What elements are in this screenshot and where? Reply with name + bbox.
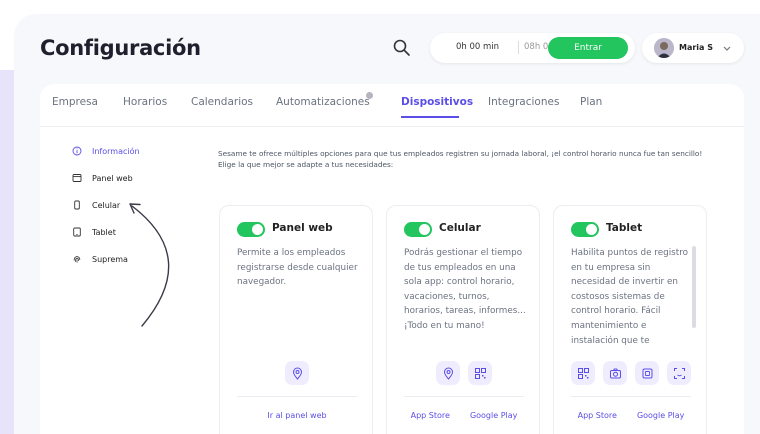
face-scan-icon [673, 367, 685, 379]
camera-feature [603, 361, 627, 385]
card-divider [404, 396, 524, 397]
location-pin-icon [292, 367, 302, 380]
device-description: Habilita puntos de registro en tu empres… [571, 248, 688, 346]
device-title: Tablet [606, 222, 643, 234]
phone-icon [74, 200, 80, 210]
card-links: Ir al panel web [220, 411, 374, 420]
device-card-celular: Celular Podrás gestionar el tiempo de tu… [386, 205, 540, 434]
sidebar-item-label: Información [92, 146, 140, 156]
camera-icon [609, 368, 621, 378]
device-title: Panel web [272, 222, 333, 234]
settings-tabs: Empresa Horarios Calendarios Automatizac… [52, 96, 742, 116]
sidebar-item-informacion[interactable]: Información [72, 144, 140, 158]
sidebar-edge [0, 70, 14, 434]
browser-icon [72, 174, 82, 182]
location-feature [285, 361, 309, 385]
qr-feature [571, 361, 595, 385]
user-name: Maria S [679, 43, 713, 52]
timer-worked: 0h 00 min [456, 42, 500, 52]
app-store-link[interactable]: App Store [578, 411, 617, 420]
qr-feature [468, 361, 492, 385]
work-timer: 0h 00 min 08h 00 min Entrar [430, 33, 635, 63]
clock-in-button[interactable]: Entrar [548, 37, 628, 59]
tab-integraciones[interactable]: Integraciones [488, 96, 559, 108]
timer-divider [518, 41, 519, 54]
tablet-icon [73, 227, 81, 237]
tab-automatizaciones[interactable]: Automatizaciones [276, 96, 370, 108]
tablet-toggle[interactable] [571, 222, 599, 237]
nfc-feature [635, 361, 659, 385]
tab-calendarios[interactable]: Calendarios [191, 96, 253, 108]
tab-empresa[interactable]: Empresa [52, 96, 98, 108]
go-to-web-panel-link[interactable]: Ir al panel web [267, 411, 326, 420]
card-reader-icon [642, 368, 652, 378]
notification-dot [366, 92, 373, 99]
feature-icons [220, 361, 374, 385]
app-store-link[interactable]: App Store [411, 411, 450, 420]
device-title: Celular [439, 222, 481, 234]
location-feature [436, 361, 460, 385]
sidebar-item-label: Tablet [92, 227, 116, 237]
description-scrollbar[interactable] [692, 246, 696, 328]
active-tab-indicator [401, 116, 459, 118]
celular-toggle[interactable] [404, 222, 432, 237]
intro-line-2: Elige la que mejor se adapte a tus neces… [218, 160, 394, 169]
sidebar-item-tablet[interactable]: Tablet [72, 225, 116, 239]
card-links: App Store Google Play [387, 411, 541, 420]
user-avatar-icon [654, 38, 674, 58]
user-menu[interactable]: Maria S [642, 33, 744, 63]
device-description: Podrás gestionar el tiempo de tus emplea… [404, 248, 526, 331]
qr-code-icon [577, 367, 589, 379]
device-card-panel-web: Panel web Permite a los empleados regist… [219, 205, 373, 434]
card-divider [571, 396, 691, 397]
card-divider [237, 396, 357, 397]
search-button[interactable] [392, 38, 412, 58]
sidebar-item-label: Celular [92, 200, 121, 210]
location-pin-icon [443, 367, 453, 380]
face-scan-feature [667, 361, 691, 385]
device-card-tablet: Tablet Habilita puntos de registro en tu… [553, 205, 707, 434]
tab-dispositivos[interactable]: Dispositivos [401, 96, 473, 108]
fingerprint-icon [73, 256, 81, 263]
card-links: App Store Google Play [554, 411, 708, 420]
avatar [654, 38, 674, 58]
feature-icons [554, 361, 708, 385]
tab-plan[interactable]: Plan [580, 96, 602, 108]
qr-code-icon [474, 367, 486, 379]
search-icon [393, 39, 410, 56]
sidebar-item-panel-web[interactable]: Panel web [72, 171, 133, 185]
tab-horarios[interactable]: Horarios [123, 96, 167, 108]
feature-icons [387, 361, 541, 385]
page-title: Configuración [40, 36, 201, 60]
info-icon [72, 146, 82, 156]
sidebar-item-label: Panel web [92, 173, 133, 183]
google-play-link[interactable]: Google Play [470, 411, 517, 420]
intro-line-1: Sesame te ofrece múltiples opciones para… [218, 149, 703, 158]
device-description: Permite a los empleados registrarse desd… [237, 248, 358, 288]
intro-text: Sesame te ofrece múltiples opciones para… [218, 148, 723, 170]
tabs-divider [40, 126, 744, 127]
sidebar-item-celular[interactable]: Celular [72, 198, 120, 212]
annotation-arrow [129, 203, 170, 327]
panel-web-toggle[interactable] [237, 222, 265, 237]
google-play-link[interactable]: Google Play [637, 411, 684, 420]
chevron-down-icon [723, 46, 731, 51]
